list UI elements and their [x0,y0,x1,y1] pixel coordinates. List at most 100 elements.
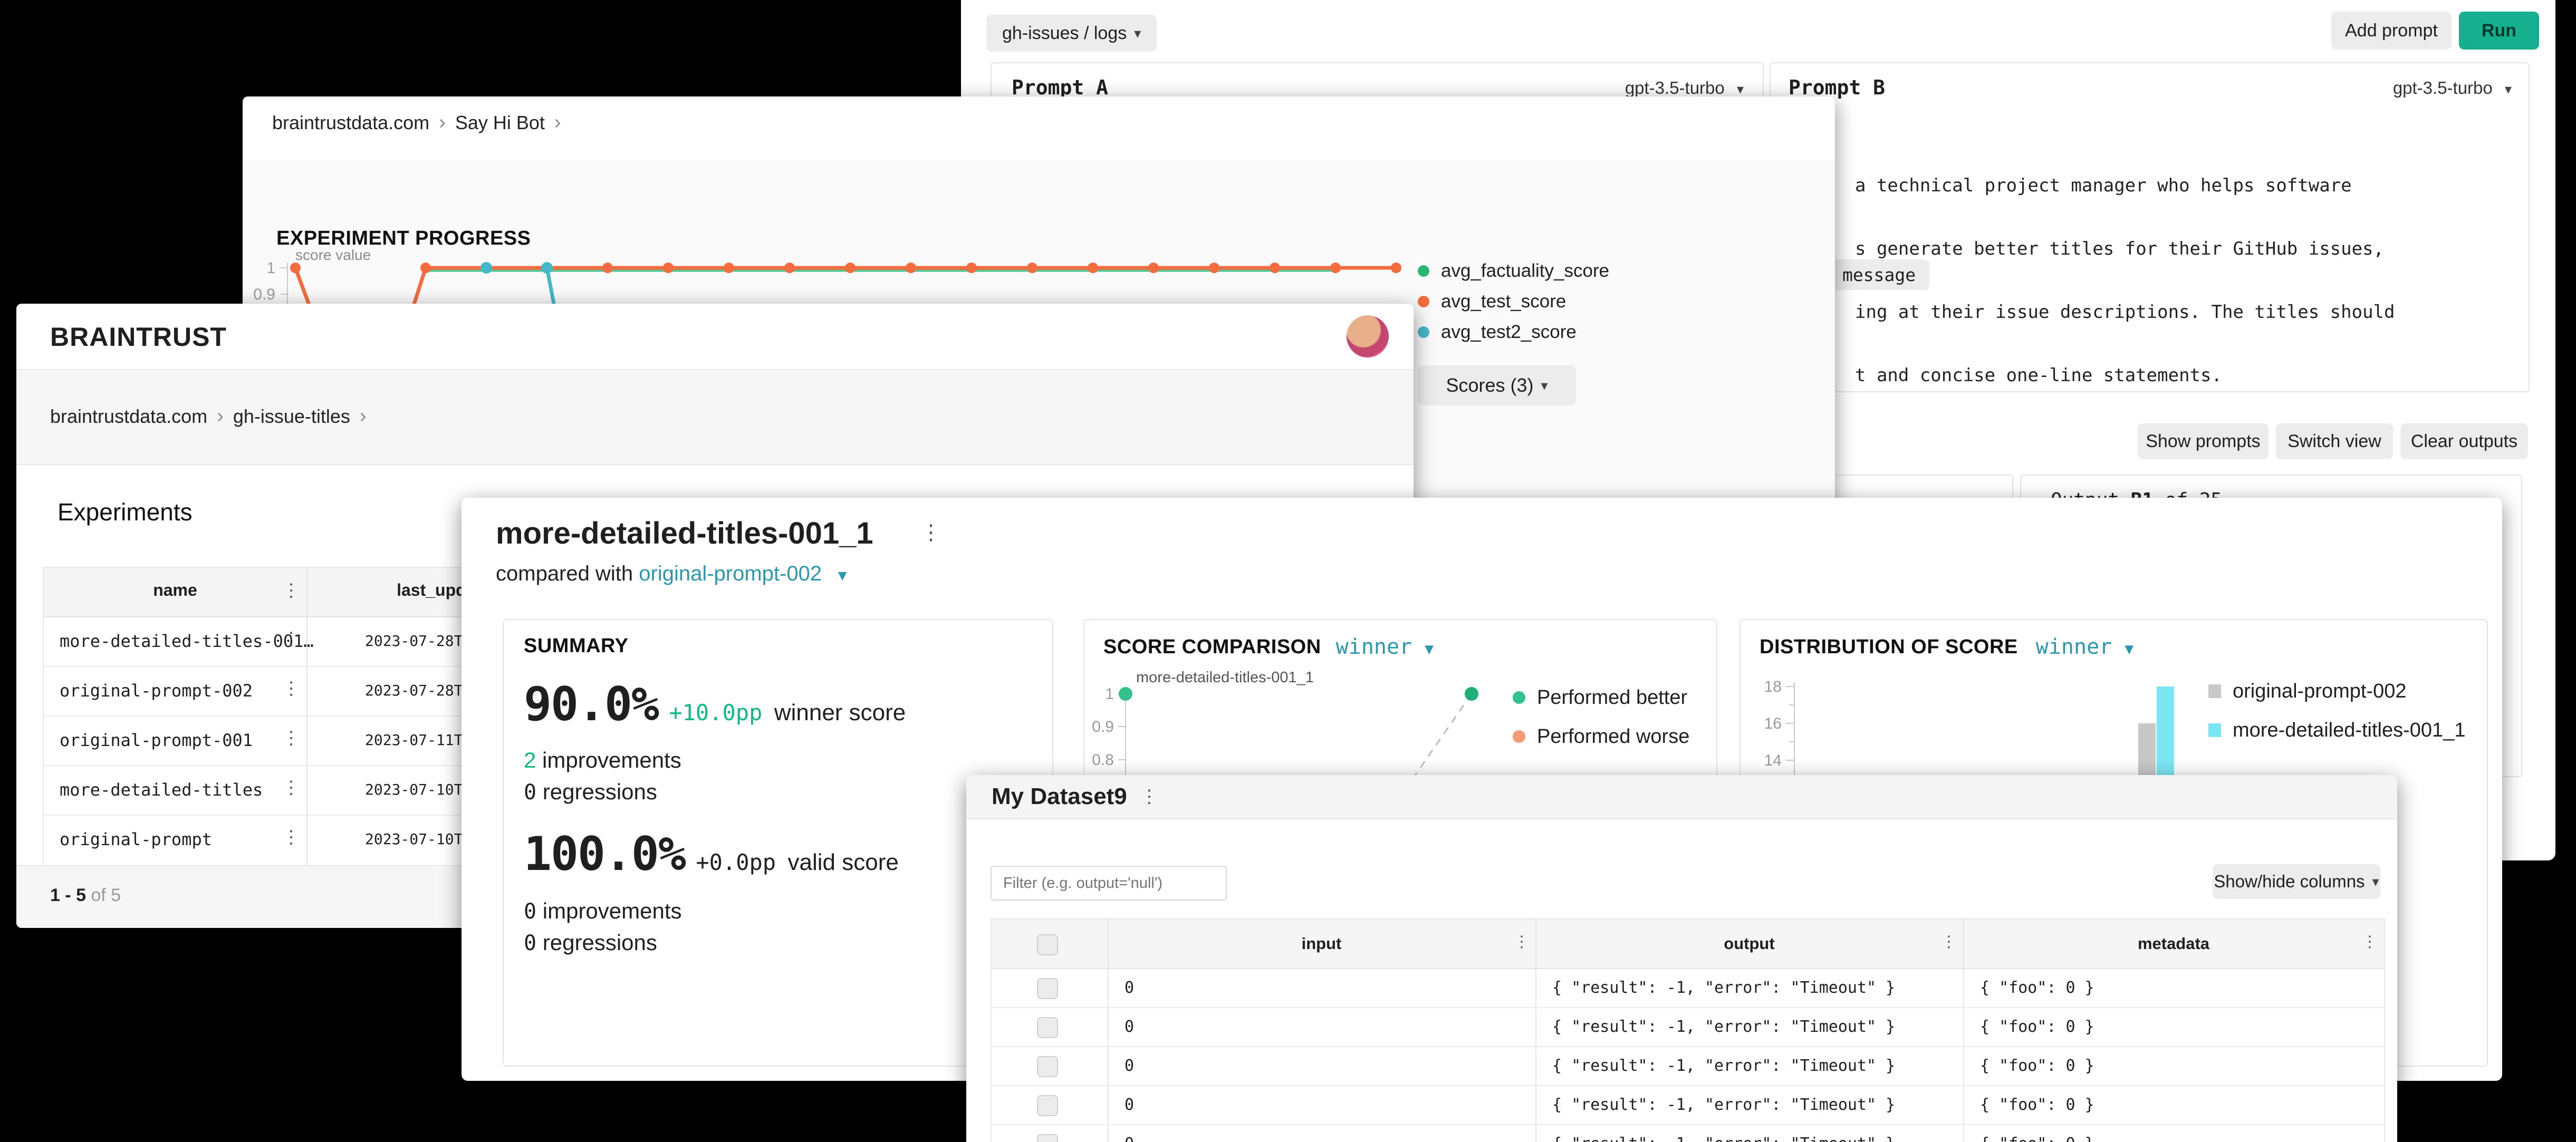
experiment-name: original-prompt [60,829,212,849]
regressions-label: regressions [543,930,657,955]
brand-logo[interactable]: BRAINTRUST [50,322,227,352]
experiment-name: original-prompt-001 [60,730,253,750]
prompt-line: t and concise one-line statements. [1855,365,2395,386]
filter-input[interactable] [991,866,1227,901]
legend-item[interactable]: avg_factuality_score [1418,256,1609,286]
breadcrumb-org[interactable]: braintrustdata.com [50,405,207,428]
row-checkbox[interactable] [1037,978,1058,999]
legend-item[interactable]: avg_test_score [1418,286,1609,317]
valid-score-delta: +0.0pp [696,849,776,875]
row-menu-icon[interactable]: ⋮ [282,779,300,797]
chart-legend: avg_factuality_score avg_test_score avg_… [1418,256,1609,405]
legend-dot-orange [1418,296,1429,307]
regressions-label: regressions [543,779,657,804]
show-hide-columns-label: Show/hide columns [2214,872,2364,892]
breadcrumb-project[interactable]: Say Hi Bot [455,112,545,134]
column-menu-icon[interactable]: ⋮ [1941,934,1957,950]
legend-item: Performed worse [1513,720,1689,753]
row-menu-icon[interactable]: ⋮ [282,729,300,747]
legend-label: avg_test2_score [1441,322,1577,343]
prompt-b-model: gpt-3.5-turbo [2393,78,2493,98]
row-checkbox[interactable] [1037,1017,1058,1038]
pagination-total: of 5 [91,885,121,905]
dataset-row[interactable]: 0 { "result": -1, "error": "Timeout" } {… [992,1085,2384,1125]
legend-label: avg_factuality_score [1441,260,1609,282]
valid-score-block: 100.0% +0.0pp valid score [524,827,899,881]
ytick: 1 [1105,685,1114,703]
dataset-window: My Dataset9 ⋮ Show/hide columns ▾ input … [966,775,2397,1142]
scores-dropdown-label: Scores (3) [1446,374,1533,396]
improvements-label: improvements [543,898,682,923]
cell-metadata: { "foo": 0 } [1980,1096,2094,1114]
compared-with-selector[interactable]: original-prompt-002 ▼ [639,562,850,585]
score-comparison-legend: Performed better Performed worse [1513,681,1689,753]
prompt-line: a technical project manager who helps so… [1855,175,2395,196]
improvements-count: 0 [524,899,536,924]
dataset-row[interactable]: 0 { "result": -1, "error": "Timeout" } {… [992,1046,2384,1086]
add-prompt-button[interactable]: Add prompt [2331,12,2452,50]
row-checkbox[interactable] [1037,1056,1058,1077]
chevron-down-icon: ▾ [2505,81,2512,97]
dataset-table: input ⋮ output ⋮ metadata ⋮ 0 { "result"… [991,918,2385,1142]
chevron-down-icon: ▾ [2372,874,2379,890]
dataset-row[interactable]: 0 { "result": -1, "error": "Timeout" } {… [992,1124,2384,1142]
braintrust-breadcrumb-band: braintrustdata.com › gh-issue-titles › [16,369,1414,465]
valid-regressions: 0 regressions [524,930,657,955]
chevron-right-icon: › [350,405,376,428]
comparison-menu-icon[interactable]: ⋮ [920,522,941,543]
valid-score-label: valid score [788,849,899,875]
cell-metadata: { "foo": 0 } [1980,1018,2094,1036]
column-menu-icon[interactable]: ⋮ [282,582,300,599]
row-menu-icon[interactable]: ⋮ [282,630,300,648]
breadcrumb-org[interactable]: braintrustdata.com [272,112,429,134]
scatter-point-better [1119,687,1132,701]
prompt-b-model-selector[interactable]: gpt-3.5-turbo ▾ [2393,78,2512,98]
scatter-point-better [1465,687,1478,701]
row-menu-icon[interactable]: ⋮ [282,828,300,846]
prompt-line: s generate better titles for their GitHu… [1855,238,2395,259]
row-checkbox[interactable] [1037,1095,1058,1116]
run-button[interactable]: Run [2459,12,2539,50]
distribution-legend: original-prompt-002 more-detailed-titles… [2208,675,2465,747]
legend-dot-worse [1513,730,1525,743]
braintrust-breadcrumb: braintrustdata.com › gh-issue-titles › [50,405,376,428]
switch-view-button[interactable]: Switch view [2276,423,2393,459]
show-prompts-button[interactable]: Show prompts [2138,423,2269,459]
show-hide-columns-button[interactable]: Show/hide columns ▾ [2213,864,2380,899]
breadcrumb-project[interactable]: gh-issue-titles [233,405,350,428]
message-role-chip[interactable]: message [1829,259,1929,290]
scores-dropdown[interactable]: Scores (3) ▾ [1418,365,1576,405]
comparison-title: more-detailed-titles-001_1 [496,516,873,551]
column-header-output[interactable]: output [1535,934,1963,953]
valid-score-value: 100.0% [524,827,685,881]
dataset-menu-icon[interactable]: ⋮ [1140,788,1158,806]
prompt-a-model-selector[interactable]: gpt-3.5-turbo ▾ [1625,78,1744,98]
show-prompts-label: Show prompts [2146,431,2260,452]
clear-outputs-button[interactable]: Clear outputs [2400,423,2528,459]
dataset-row[interactable]: 0 { "result": -1, "error": "Timeout" } {… [992,1007,2384,1047]
dataset-header-band: My Dataset9 ⋮ [966,775,2397,819]
legend-item[interactable]: avg_test2_score [1418,317,1609,347]
row-menu-icon[interactable]: ⋮ [282,680,300,698]
project-selector-label: gh-issues / logs [1002,23,1127,44]
winner-score-delta: +10.0pp [669,700,762,725]
chevron-right-icon: › [429,111,455,134]
prompt-a-title: Prompt A [1012,76,1108,99]
column-header-metadata[interactable]: metadata [1963,934,2384,953]
cell-input: 0 [1124,1057,1134,1075]
select-all-checkbox[interactable] [1037,934,1058,955]
chevron-down-icon: ▾ [1737,81,1744,97]
avatar[interactable] [1347,315,1389,357]
chevron-right-icon: › [545,111,571,134]
add-prompt-label: Add prompt [2345,21,2438,41]
dataset-row[interactable]: 0 { "result": -1, "error": "Timeout" } {… [992,968,2384,1008]
column-header-input[interactable]: input [1108,934,1535,953]
winner-score-label: winner score [774,700,906,725]
summary-heading: SUMMARY [524,635,628,657]
column-header-name[interactable]: name [44,580,306,600]
column-menu-icon[interactable]: ⋮ [1514,934,1530,950]
project-selector[interactable]: gh-issues / logs ▾ [986,15,1157,52]
cell-input: 0 [1124,1018,1134,1036]
column-menu-icon[interactable]: ⋮ [2362,934,2378,950]
row-checkbox[interactable] [1037,1134,1058,1142]
